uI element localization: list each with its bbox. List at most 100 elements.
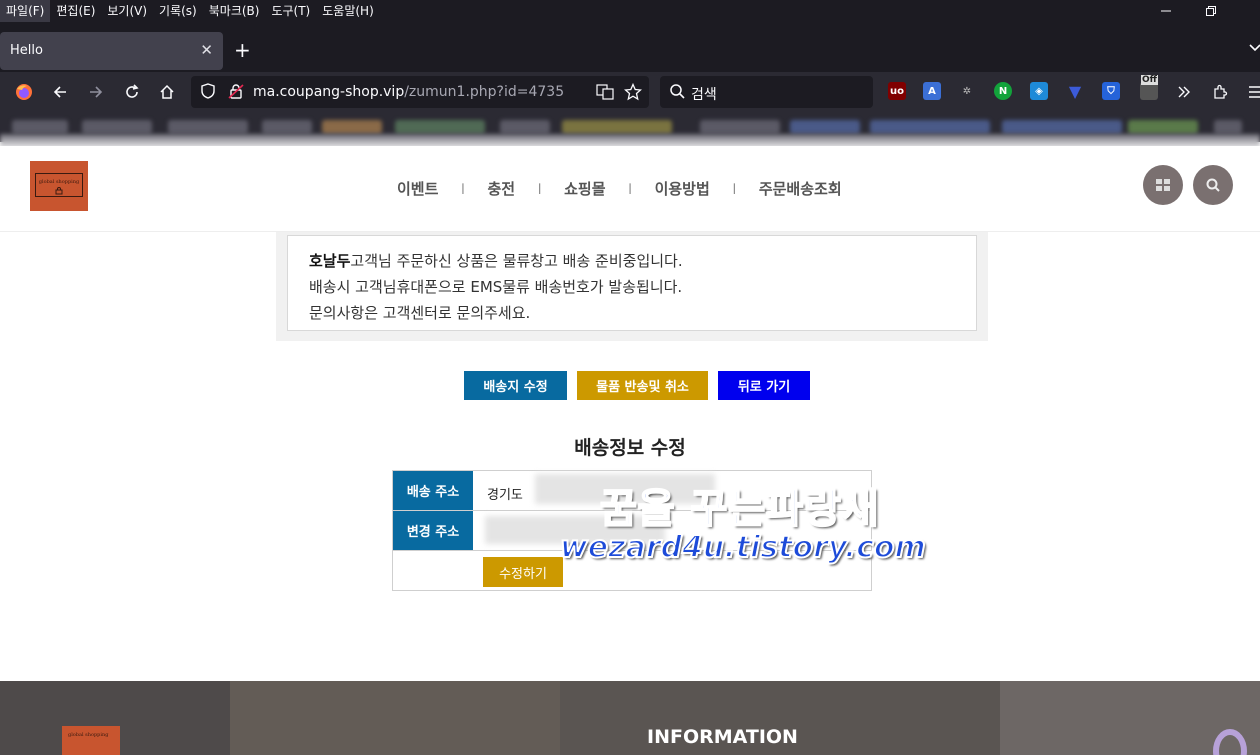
site-logo[interactable]: global shopping <box>30 161 88 211</box>
navigation-toolbar: ma.coupang-shop.vip/zumun1.php?id=4735 검… <box>0 72 1260 112</box>
notice-line-3: 문의사항은 고객센터로 문의주세요. <box>309 304 531 322</box>
notice-wrapper: 호날두고객님 주문하신 상품은 물류창고 배송 준비중입니다. 배송시 고객님휴… <box>276 232 988 341</box>
nav-shopping-mall[interactable]: 쇼핑몰 <box>564 178 605 199</box>
logo-text: global shopping <box>38 179 80 185</box>
menu-file[interactable]: 파일(F) <box>0 0 51 22</box>
nav-separator: ㅣ <box>728 182 740 196</box>
submit-edit-button[interactable]: 수정하기 <box>483 557 563 587</box>
nav-order-tracking[interactable]: 주문배송조회 <box>759 178 842 199</box>
search-placeholder: 검색 <box>691 87 717 103</box>
notice-line-2: 배송시 고객님휴대폰으로 EMS물류 배송번호가 발송됩니다. <box>309 278 683 296</box>
footer-logo-text: global shopping <box>68 732 109 738</box>
blurred-bookmark[interactable] <box>262 120 312 134</box>
menu-view[interactable]: 보기(V) <box>101 0 153 22</box>
blurred-bookmark[interactable] <box>12 120 68 134</box>
menu-help[interactable]: 도움말(H) <box>316 0 380 22</box>
back-button[interactable]: 뒤로 가기 <box>718 371 810 400</box>
blurred-bookmark[interactable] <box>1002 120 1122 134</box>
notice-line-1-text: 고객님 주문하신 상품은 물류창고 배송 준비중입니다. <box>350 252 683 270</box>
menu-history[interactable]: 기록(s) <box>153 0 203 22</box>
nav-event[interactable]: 이벤트 <box>397 178 438 199</box>
off-extension-icon[interactable]: Off <box>1140 75 1158 100</box>
shipping-edit-title: 배송정보 수정 <box>574 437 686 459</box>
extensions-puzzle-icon[interactable] <box>1208 80 1232 104</box>
footer-logo[interactable]: global shopping <box>62 726 120 755</box>
watermark-title: 꿈을 꾸는파랑새 <box>599 485 880 533</box>
translate-extension-icon[interactable]: A <box>923 82 941 100</box>
tracking-protection-shield-icon[interactable] <box>199 82 217 104</box>
blurred-bookmark[interactable] <box>82 120 152 134</box>
nav-separator: ㅣ <box>624 182 636 196</box>
new-address-label: 변경 주소 <box>393 511 473 550</box>
order-notice: 호날두고객님 주문하신 상품은 물류창고 배송 준비중입니다. 배송시 고객님휴… <box>287 235 977 331</box>
menu-bookmarks[interactable]: 북마크(B) <box>203 0 266 22</box>
watermark-url: wezard4u.tistory.com <box>559 529 927 566</box>
ublock-origin-icon[interactable]: uo <box>888 82 906 100</box>
blurred-bookmark[interactable] <box>500 120 550 134</box>
blurred-bookmark[interactable] <box>870 120 990 134</box>
firefox-icon[interactable] <box>12 80 36 104</box>
url-text[interactable]: ma.coupang-shop.vip/zumun1.php?id=4735 <box>253 84 564 100</box>
grid-icon <box>1156 179 1170 191</box>
forward-arrow-icon[interactable] <box>84 80 108 104</box>
tab-bar: Hello ✕ + <box>0 22 1260 72</box>
edit-address-button[interactable]: 배송지 수정 <box>464 371 567 400</box>
hamburger-menu-icon[interactable] <box>1244 80 1260 104</box>
search-bar[interactable]: 검색 <box>660 76 873 108</box>
download-extension-icon[interactable]: ▼ <box>1066 82 1084 101</box>
address-label: 배송 주소 <box>393 471 473 510</box>
translate-icon[interactable] <box>596 83 614 101</box>
n-extension-icon[interactable]: N <box>994 82 1012 100</box>
nav-separator: ㅣ <box>534 182 546 196</box>
customer-name: 호날두 <box>309 252 351 270</box>
menu-edit[interactable]: 편집(E) <box>50 0 101 22</box>
list-tabs-chevron-icon[interactable] <box>1249 40 1260 56</box>
back-arrow-icon[interactable] <box>48 80 72 104</box>
search-icon <box>669 83 686 104</box>
blurred-bookmark[interactable] <box>1128 120 1198 134</box>
grid-menu-button[interactable] <box>1143 165 1183 205</box>
nav-charge[interactable]: 충전 <box>487 178 515 199</box>
footer-background-image <box>230 681 560 755</box>
blurred-bookmark[interactable] <box>700 120 780 134</box>
nav-how-to-use[interactable]: 이용방법 <box>655 178 710 199</box>
blurred-bookmark[interactable] <box>168 120 248 134</box>
new-tab-icon[interactable]: + <box>234 39 251 61</box>
home-icon[interactable] <box>155 80 179 104</box>
bitwarden-icon[interactable]: ⛉ <box>1102 82 1120 100</box>
address-bar[interactable]: ma.coupang-shop.vip/zumun1.php?id=4735 <box>191 76 649 108</box>
url-path: /zumun1.php?id=4735 <box>404 84 565 100</box>
puzzle-extension-icon[interactable]: ✲ <box>958 82 976 100</box>
blurred-bookmark[interactable] <box>1214 120 1242 134</box>
more-tools-chevron-icon[interactable] <box>1172 80 1196 104</box>
reload-icon[interactable] <box>120 80 144 104</box>
address-value: 경기도 <box>487 488 523 503</box>
insecure-lock-icon[interactable] <box>227 82 245 104</box>
minimize-icon[interactable] <box>1146 0 1186 22</box>
shopping-bag-icon <box>55 187 63 197</box>
logo-frame: global shopping <box>35 173 83 197</box>
site-search-button[interactable] <box>1193 165 1233 205</box>
site-header: global shopping 이벤트 ㅣ 충전 ㅣ 쇼핑몰 ㅣ 이용방법 ㅣ … <box>0 146 1260 232</box>
return-cancel-button[interactable]: 물품 반송및 취소 <box>577 371 708 400</box>
blurred-bookmark[interactable] <box>790 120 860 134</box>
tab-hello[interactable]: Hello ✕ <box>0 32 223 70</box>
off-badge: Off <box>1141 75 1158 85</box>
url-host: ma.coupang-shop.vip <box>253 84 405 100</box>
notice-line-1: 호날두고객님 주문하신 상품은 물류창고 배송 준비중입니다. <box>309 248 976 274</box>
bookmark-star-icon[interactable] <box>624 83 642 101</box>
close-window-icon[interactable] <box>1236 0 1260 22</box>
menu-tools[interactable]: 도구(T) <box>265 0 316 22</box>
tab-title: Hello <box>10 43 43 58</box>
restore-icon[interactable] <box>1191 0 1231 22</box>
blurred-bookmark[interactable] <box>395 120 485 134</box>
main-nav: 이벤트 ㅣ 충전 ㅣ 쇼핑몰 ㅣ 이용방법 ㅣ 주문배송조회 <box>397 178 842 199</box>
magnifier-icon <box>1206 178 1220 192</box>
blurred-bookmark[interactable] <box>322 120 382 134</box>
blurred-bookmark[interactable] <box>562 120 672 134</box>
nav-separator: ㅣ <box>457 182 469 196</box>
shield-extension-icon[interactable]: ◈ <box>1030 82 1048 100</box>
browser-menubar: 파일(F) 편집(E) 보기(V) 기록(s) 북마크(B) 도구(T) 도움말… <box>0 0 1260 22</box>
tab-close-icon[interactable]: ✕ <box>200 41 213 59</box>
site-footer: global shopping INFORMATION <box>0 681 1260 755</box>
